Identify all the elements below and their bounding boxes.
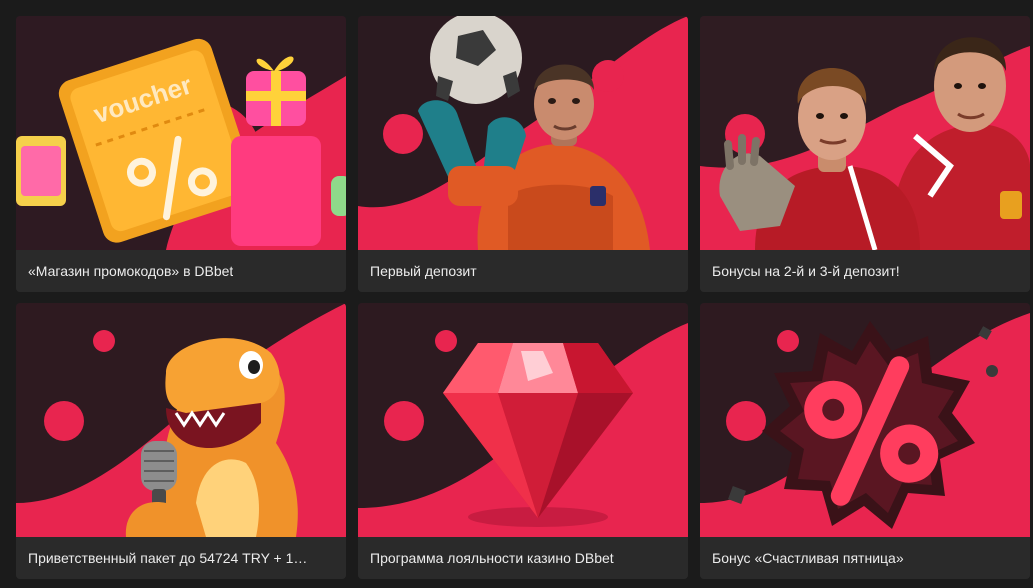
promo-title[interactable]: Первый депозит (358, 250, 688, 292)
promo-title[interactable]: «Магазин промокодов» в DBbet (16, 250, 346, 292)
promotions-grid: voucher «Магазин промокодов» в DBbet Пер… (16, 16, 1030, 579)
promo-card-second-third-deposit[interactable]: Бонусы на 2-й и 3-й депозит! (700, 16, 1030, 292)
promo-title[interactable]: Приветственный пакет до 54724 TRY + 1… (16, 537, 346, 579)
promo-title[interactable]: Программа лояльности казино DBbet (358, 537, 688, 579)
promo-card-promo-shop[interactable]: voucher «Магазин промокодов» в DBbet (16, 16, 346, 292)
percent-badge-icon (700, 303, 1030, 537)
ruby-gem-icon (358, 303, 688, 537)
dinosaur-microphone-icon (16, 303, 346, 537)
promo-card-lucky-friday[interactable]: Бонус «Счастливая пятница» (700, 303, 1030, 579)
promo-title[interactable]: Бонусы на 2-й и 3-й депозит! (700, 250, 1030, 292)
promo-card-welcome-package[interactable]: Приветственный пакет до 54724 TRY + 1… (16, 303, 346, 579)
promo-card-first-deposit[interactable]: Первый депозит (358, 16, 688, 292)
promo-title[interactable]: Бонус «Счастливая пятница» (700, 537, 1030, 579)
football-players-icon (700, 16, 1030, 250)
goalkeeper-ball-icon (358, 16, 688, 250)
voucher-gift-icon: voucher (16, 16, 346, 250)
promo-card-loyalty-program[interactable]: Программа лояльности казино DBbet (358, 303, 688, 579)
